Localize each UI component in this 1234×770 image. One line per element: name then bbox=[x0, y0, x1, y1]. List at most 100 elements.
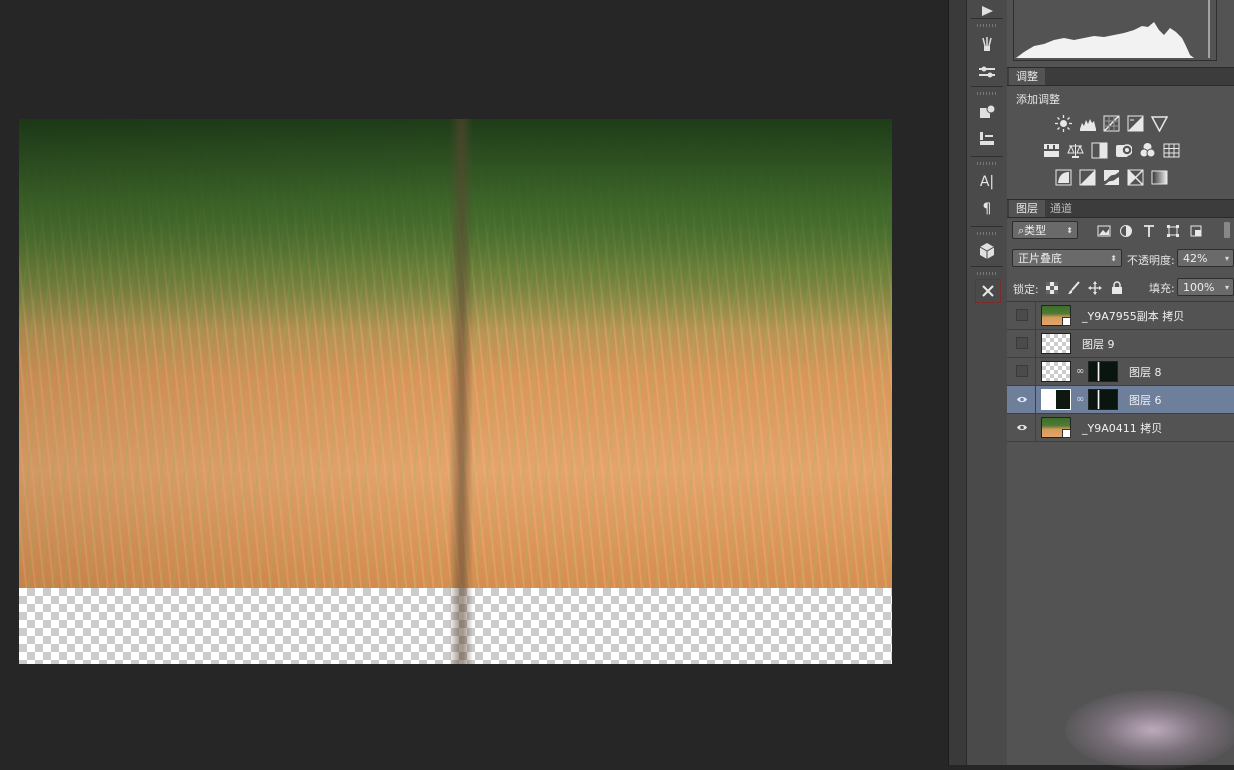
document-canvas[interactable] bbox=[19, 119, 892, 664]
eye-icon[interactable] bbox=[1016, 421, 1028, 433]
layer-row[interactable]: _Y9A7955副本 拷贝 bbox=[1007, 302, 1234, 330]
paragraph-glyph: ¶ bbox=[982, 201, 992, 217]
link-icon[interactable]: ∞ bbox=[1076, 394, 1084, 405]
close-panel-icon[interactable] bbox=[975, 279, 1001, 303]
smart-object-icon bbox=[1062, 429, 1071, 438]
layer-name: 图层 9 bbox=[1082, 338, 1115, 351]
filter-toggle-switch[interactable] bbox=[1224, 222, 1230, 238]
invert-icon[interactable] bbox=[1055, 169, 1072, 186]
clone-source-icon[interactable] bbox=[975, 101, 999, 123]
filter-pixel-icon[interactable] bbox=[1095, 222, 1112, 239]
left-image-half bbox=[19, 119, 454, 588]
filter-smart-object-icon[interactable] bbox=[1187, 222, 1204, 239]
photo-filter-icon[interactable] bbox=[1115, 142, 1132, 159]
cursor-glow bbox=[1065, 690, 1234, 770]
panel-dock-strip: A| ¶ bbox=[966, 0, 1008, 765]
tab-adjustments[interactable]: 调整 bbox=[1009, 68, 1045, 85]
visibility-toggle[interactable] bbox=[1016, 337, 1028, 349]
eye-icon[interactable] bbox=[1016, 393, 1028, 405]
layer-name: 图层 6 bbox=[1129, 394, 1162, 407]
fill-input[interactable]: 100% ▾ bbox=[1177, 278, 1234, 296]
lock-transparent-pixels-icon[interactable] bbox=[1043, 279, 1060, 296]
canvas-scroll-edge[interactable] bbox=[948, 0, 967, 765]
filter-type-icon[interactable] bbox=[1140, 222, 1157, 239]
histogram bbox=[1013, 0, 1217, 61]
chevron-updown-icon: ⬍ bbox=[1110, 254, 1117, 263]
lock-label: 锁定: bbox=[1013, 283, 1039, 296]
fill-label: 填充: bbox=[1149, 282, 1175, 295]
levels-icon[interactable] bbox=[1079, 115, 1096, 132]
visibility-toggle[interactable] bbox=[1016, 309, 1028, 321]
dock-grip[interactable] bbox=[977, 232, 997, 235]
brightness-contrast-icon[interactable] bbox=[1055, 115, 1072, 132]
adjustments-tabbar: 调整 bbox=[1007, 67, 1234, 86]
dock-separator bbox=[971, 226, 1003, 227]
layer-row-selected[interactable]: ∞ 图层 6 bbox=[1007, 386, 1234, 414]
blend-mode-value: 正片叠底 bbox=[1018, 252, 1062, 265]
layer-filter-select[interactable]: ⌕类型 ⬍ bbox=[1012, 221, 1078, 239]
hue-saturation-icon[interactable] bbox=[1043, 142, 1060, 159]
row-separator bbox=[1035, 386, 1036, 413]
color-lookup-icon[interactable] bbox=[1163, 142, 1180, 159]
smart-object-icon bbox=[1062, 317, 1071, 326]
fill-value: 100% bbox=[1183, 281, 1215, 294]
link-icon[interactable]: ∞ bbox=[1076, 366, 1084, 377]
exposure-icon[interactable] bbox=[1127, 115, 1144, 132]
dock-separator bbox=[971, 266, 1003, 267]
row-separator bbox=[1035, 358, 1036, 385]
lock-all-icon[interactable] bbox=[1108, 279, 1125, 296]
vibrance-icon[interactable] bbox=[1151, 115, 1168, 132]
brush-presets-icon[interactable] bbox=[975, 33, 999, 55]
dock-grip[interactable] bbox=[977, 272, 997, 275]
filter-adjustment-icon[interactable] bbox=[1117, 222, 1134, 239]
curves-icon[interactable] bbox=[1103, 115, 1120, 132]
row-separator bbox=[1035, 302, 1036, 329]
threshold-icon[interactable] bbox=[1103, 169, 1120, 186]
opacity-label: 不透明度: bbox=[1127, 254, 1175, 267]
tool-presets-icon[interactable] bbox=[975, 61, 999, 83]
layer-row[interactable]: _Y9A0411 拷贝 bbox=[1007, 414, 1234, 442]
canvas-area[interactable] bbox=[0, 0, 948, 765]
dock-separator bbox=[971, 156, 1003, 157]
layer-mask-thumbnail[interactable] bbox=[1088, 361, 1118, 382]
posterize-icon[interactable] bbox=[1079, 169, 1096, 186]
filter-kind-value: 类型 bbox=[1024, 224, 1047, 237]
blend-mode-select[interactable]: 正片叠底 ⬍ bbox=[1012, 249, 1122, 267]
dock-grip[interactable] bbox=[977, 162, 997, 165]
layer-thumbnail bbox=[1041, 361, 1071, 382]
color-balance-icon[interactable] bbox=[1067, 142, 1084, 159]
visibility-toggle[interactable] bbox=[1016, 365, 1028, 377]
gradient-map-icon[interactable] bbox=[1151, 169, 1168, 186]
layer-name: _Y9A0411 拷贝 bbox=[1082, 422, 1163, 435]
opacity-input[interactable]: 42% ▾ bbox=[1177, 249, 1234, 267]
row-separator bbox=[1035, 330, 1036, 357]
chevron-down-icon[interactable]: ▾ bbox=[1225, 250, 1229, 268]
chevron-updown-icon: ⬍ bbox=[1066, 226, 1073, 235]
character-icon[interactable]: A| bbox=[975, 171, 999, 193]
layer-name: 图层 8 bbox=[1129, 366, 1162, 379]
dock-grip[interactable] bbox=[977, 24, 997, 27]
right-panel: 调整 添加调整 图层 通道 ⌕类型 ⬍ 正片叠底 ⬍ 不透明度: 42% ▾ 锁… bbox=[1007, 0, 1234, 765]
layers-tabbar: 图层 通道 bbox=[1007, 199, 1234, 218]
channel-mixer-icon[interactable] bbox=[1139, 142, 1156, 159]
dock-separator bbox=[971, 86, 1003, 87]
lock-position-icon[interactable] bbox=[1086, 279, 1103, 296]
selective-color-icon[interactable] bbox=[1127, 169, 1144, 186]
layer-mask-thumbnail[interactable] bbox=[1088, 389, 1118, 410]
tab-layers[interactable]: 图层 bbox=[1009, 200, 1045, 217]
layer-name: _Y9A7955副本 拷贝 bbox=[1082, 310, 1185, 323]
chevron-down-icon[interactable]: ▾ bbox=[1225, 279, 1229, 297]
black-white-icon[interactable] bbox=[1091, 142, 1108, 159]
3d-icon[interactable] bbox=[975, 240, 999, 262]
filter-shape-icon[interactable] bbox=[1164, 222, 1181, 239]
adjustments-title: 添加调整 bbox=[1016, 93, 1060, 106]
stamp-icon[interactable] bbox=[975, 128, 999, 150]
layer-row[interactable]: ∞ 图层 8 bbox=[1007, 358, 1234, 386]
lock-image-pixels-icon[interactable] bbox=[1065, 279, 1082, 296]
character-glyph: A| bbox=[979, 174, 995, 190]
paragraph-icon[interactable]: ¶ bbox=[975, 198, 999, 220]
tab-channels[interactable]: 通道 bbox=[1043, 200, 1079, 217]
dock-grip[interactable] bbox=[977, 92, 997, 95]
layer-row[interactable]: 图层 9 bbox=[1007, 330, 1234, 358]
opacity-value: 42% bbox=[1183, 252, 1208, 265]
